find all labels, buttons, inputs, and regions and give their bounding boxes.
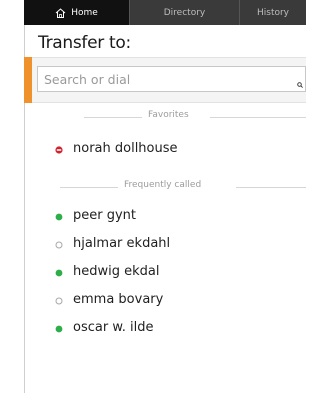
frequent-header: Frequently called	[24, 180, 306, 194]
tab-home-label: Home	[71, 7, 98, 18]
tab-directory[interactable]: Directory	[130, 0, 240, 25]
favorites-header-label: Favorites	[148, 110, 189, 120]
contact-name: emma bovary	[73, 292, 164, 307]
tab-bar: Home Directory History	[24, 0, 306, 25]
frequent-contact[interactable]: hedwig ekdal	[24, 262, 306, 288]
transfer-panel: Home Directory History Transfer to: Favo…	[0, 0, 306, 393]
contact-name: oscar w. ilde	[73, 320, 154, 335]
tab-home[interactable]: Home	[24, 0, 130, 25]
divider	[236, 187, 306, 188]
divider	[210, 117, 306, 118]
tab-history-label: History	[256, 7, 290, 18]
tab-directory-label: Directory	[163, 7, 206, 18]
contact-name: norah dollhouse	[73, 141, 178, 156]
status-busy-icon	[55, 146, 63, 154]
page-title: Transfer to:	[38, 33, 131, 53]
search-input[interactable]	[37, 66, 306, 92]
search-icon[interactable]	[297, 82, 303, 88]
status-offline-icon	[55, 297, 63, 305]
favorites-header: Favorites	[24, 110, 306, 124]
divider	[60, 187, 118, 188]
contact-name: hedwig ekdal	[73, 264, 160, 279]
contact-name: peer gynt	[73, 208, 137, 223]
favorite-contact[interactable]: norah dollhouse	[24, 139, 306, 165]
frequent-header-label: Frequently called	[124, 180, 202, 190]
home-icon	[55, 7, 66, 18]
accent-bar	[24, 57, 32, 103]
status-offline-icon	[55, 241, 63, 249]
frequent-contact[interactable]: hjalmar ekdahl	[24, 234, 306, 260]
frequent-contact[interactable]: oscar w. ilde	[24, 318, 306, 344]
status-available-icon	[55, 269, 63, 277]
status-available-icon	[55, 325, 63, 333]
frequent-contact[interactable]: emma bovary	[24, 290, 306, 316]
contact-name: hjalmar ekdahl	[73, 236, 171, 251]
status-available-icon	[55, 213, 63, 221]
frequent-contact[interactable]: peer gynt	[24, 206, 306, 232]
tab-history[interactable]: History	[240, 0, 306, 25]
divider	[84, 117, 142, 118]
